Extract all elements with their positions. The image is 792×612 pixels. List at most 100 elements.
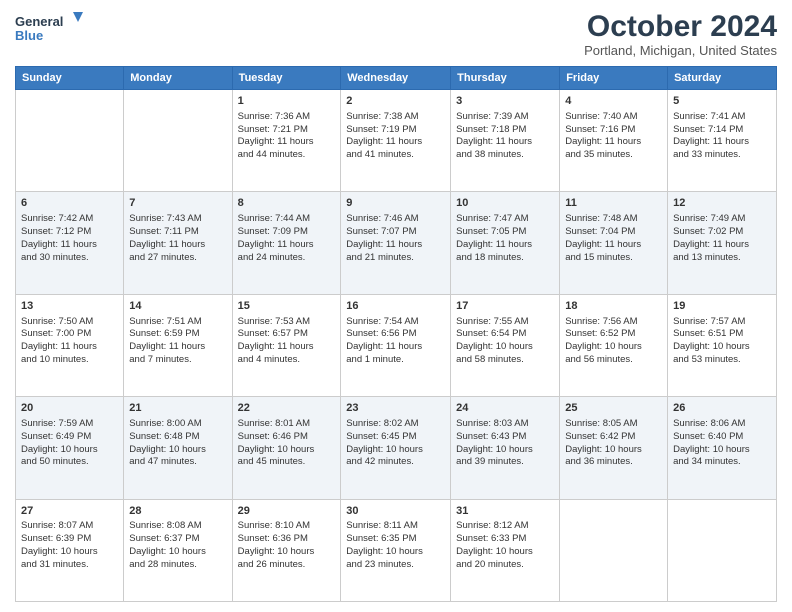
day-number: 21	[129, 401, 226, 416]
day-info: Sunrise: 8:08 AM	[129, 520, 226, 533]
day-info: and 56 minutes.	[565, 354, 662, 367]
table-row: 19Sunrise: 7:57 AMSunset: 6:51 PMDayligh…	[668, 294, 777, 396]
table-row: 30Sunrise: 8:11 AMSunset: 6:35 PMDayligh…	[341, 499, 451, 601]
day-number: 10	[456, 196, 554, 211]
table-row: 2Sunrise: 7:38 AMSunset: 7:19 PMDaylight…	[341, 90, 451, 192]
day-number: 15	[238, 299, 336, 314]
day-number: 24	[456, 401, 554, 416]
day-info: Daylight: 10 hours	[238, 444, 336, 457]
day-info: Sunrise: 7:49 AM	[673, 213, 771, 226]
day-info: Sunrise: 7:44 AM	[238, 213, 336, 226]
day-number: 4	[565, 94, 662, 109]
day-info: Daylight: 10 hours	[21, 444, 118, 457]
header: General Blue October 2024 Portland, Mich…	[15, 10, 777, 58]
day-info: and 45 minutes.	[238, 456, 336, 469]
day-info: and 21 minutes.	[346, 252, 445, 265]
day-info: Sunset: 7:12 PM	[21, 226, 118, 239]
table-row: 7 Sunrise: 7:43 AMSunset: 7:11 PMDaylight…	[124, 192, 232, 294]
day-info: Sunset: 6:57 PM	[238, 328, 336, 341]
day-number: 2	[346, 94, 445, 109]
day-info: Sunrise: 7:51 AM	[129, 316, 226, 329]
day-info: and 28 minutes.	[129, 559, 226, 572]
day-info: Sunrise: 8:00 AM	[129, 418, 226, 431]
table-row: 3Sunrise: 7:39 AMSunset: 7:18 PMDaylight…	[451, 90, 560, 192]
day-info: Sunrise: 8:07 AM	[21, 520, 118, 533]
day-info: Daylight: 10 hours	[456, 341, 554, 354]
day-info: Sunset: 7:02 PM	[673, 226, 771, 239]
day-info: and 13 minutes.	[673, 252, 771, 265]
table-row: 18Sunrise: 7:56 AMSunset: 6:52 PMDayligh…	[560, 294, 668, 396]
day-number: 1	[238, 94, 336, 109]
day-info: Daylight: 11 hours	[673, 136, 771, 149]
table-row: 17Sunrise: 7:55 AMSunset: 6:54 PMDayligh…	[451, 294, 560, 396]
day-info: Sunset: 7:11 PM	[129, 226, 226, 239]
day-info: and 36 minutes.	[565, 456, 662, 469]
day-info: Sunrise: 7:54 AM	[346, 316, 445, 329]
day-info: Sunrise: 7:36 AM	[238, 111, 336, 124]
day-info: Daylight: 10 hours	[346, 546, 445, 559]
day-number: 7	[129, 196, 226, 211]
day-info: Daylight: 10 hours	[129, 546, 226, 559]
table-row: 21 Sunrise: 8:00 AMSunset: 6:48 PMDayligh…	[124, 397, 232, 499]
table-row: 6Sunrise: 7:42 AMSunset: 7:12 PMDaylight…	[16, 192, 124, 294]
day-info: and 23 minutes.	[346, 559, 445, 572]
table-row	[124, 90, 232, 192]
day-info: and 27 minutes.	[129, 252, 226, 265]
day-number: 23	[346, 401, 445, 416]
day-info: and 26 minutes.	[238, 559, 336, 572]
day-info: Sunrise: 7:41 AM	[673, 111, 771, 124]
table-row: 14Sunrise: 7:51 AMSunset: 6:59 PMDayligh…	[124, 294, 232, 396]
day-info: Sunrise: 7:53 AM	[238, 316, 336, 329]
day-info: Sunrise: 8:12 AM	[456, 520, 554, 533]
day-number: 25	[565, 401, 662, 416]
logo: General Blue	[15, 10, 85, 46]
day-info: and 38 minutes.	[456, 149, 554, 162]
svg-text:Blue: Blue	[15, 28, 43, 43]
col-header-thursday: Thursday	[451, 67, 560, 90]
day-info: Sunset: 7:07 PM	[346, 226, 445, 239]
table-row: 5Sunrise: 7:41 AMSunset: 7:14 PMDaylight…	[668, 90, 777, 192]
day-info: Daylight: 10 hours	[238, 546, 336, 559]
col-header-monday: Monday	[124, 67, 232, 90]
day-info: Daylight: 10 hours	[346, 444, 445, 457]
day-info: Sunrise: 7:43 AM	[129, 213, 226, 226]
day-info: Daylight: 11 hours	[21, 341, 118, 354]
title-block: October 2024 Portland, Michigan, United …	[584, 10, 777, 58]
table-row: 15 Sunrise: 7:53 AMSunset: 6:57 PMDayligh…	[232, 294, 341, 396]
day-number: 18	[565, 299, 662, 314]
table-row: 9Sunrise: 7:46 AMSunset: 7:07 PMDaylight…	[341, 192, 451, 294]
day-info: Daylight: 11 hours	[238, 341, 336, 354]
day-info: and 53 minutes.	[673, 354, 771, 367]
day-info: and 24 minutes.	[238, 252, 336, 265]
day-info: Sunrise: 7:55 AM	[456, 316, 554, 329]
day-info: Sunrise: 8:10 AM	[238, 520, 336, 533]
day-info: Sunset: 6:51 PM	[673, 328, 771, 341]
day-info: Daylight: 11 hours	[565, 136, 662, 149]
day-info: Sunset: 7:18 PM	[456, 124, 554, 137]
day-info: Daylight: 11 hours	[129, 341, 226, 354]
day-info: Sunrise: 8:05 AM	[565, 418, 662, 431]
day-info: Daylight: 10 hours	[673, 444, 771, 457]
day-info: Sunrise: 8:11 AM	[346, 520, 445, 533]
day-info: Sunset: 7:05 PM	[456, 226, 554, 239]
day-number: 31	[456, 504, 554, 519]
calendar: SundayMondayTuesdayWednesdayThursdayFrid…	[15, 66, 777, 602]
day-info: Sunset: 6:48 PM	[129, 431, 226, 444]
day-info: and 33 minutes.	[673, 149, 771, 162]
table-row: 24Sunrise: 8:03 AMSunset: 6:43 PMDayligh…	[451, 397, 560, 499]
day-info: and 18 minutes.	[456, 252, 554, 265]
day-info: and 41 minutes.	[346, 149, 445, 162]
day-info: and 35 minutes.	[565, 149, 662, 162]
day-info: Sunrise: 7:46 AM	[346, 213, 445, 226]
day-info: Sunset: 7:09 PM	[238, 226, 336, 239]
table-row: 31Sunrise: 8:12 AMSunset: 6:33 PMDayligh…	[451, 499, 560, 601]
day-info: and 58 minutes.	[456, 354, 554, 367]
day-info: and 20 minutes.	[456, 559, 554, 572]
day-info: Daylight: 11 hours	[129, 239, 226, 252]
table-row: 22Sunrise: 8:01 AMSunset: 6:46 PMDayligh…	[232, 397, 341, 499]
table-row: 13Sunrise: 7:50 AMSunset: 7:00 PMDayligh…	[16, 294, 124, 396]
day-info: Daylight: 10 hours	[129, 444, 226, 457]
day-info: Daylight: 11 hours	[346, 136, 445, 149]
day-info: Sunrise: 7:39 AM	[456, 111, 554, 124]
day-info: Sunrise: 7:42 AM	[21, 213, 118, 226]
